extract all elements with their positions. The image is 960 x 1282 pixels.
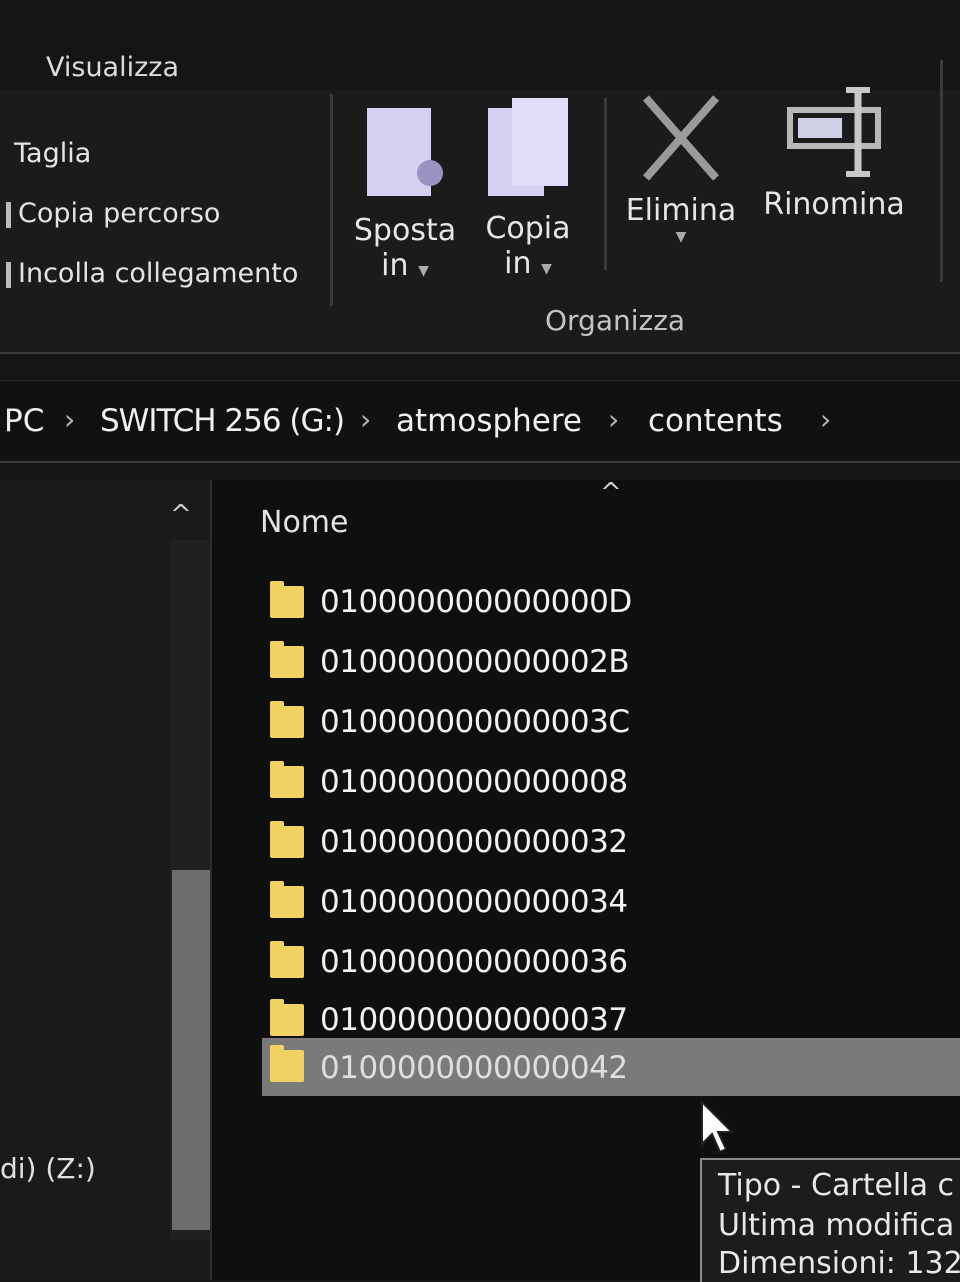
- folder-icon: [270, 1045, 304, 1082]
- folder-icon: [270, 641, 304, 678]
- copy-path-label: Copia percorso: [18, 198, 221, 229]
- column-header-name[interactable]: Nome: [260, 505, 348, 540]
- breadcrumb-contents[interactable]: contents: [648, 403, 783, 439]
- folder-name: 010000000000003C: [320, 704, 630, 740]
- copy-to-label-1: Copia: [485, 211, 571, 246]
- cut-label: Taglia: [14, 138, 92, 169]
- breadcrumb-chevron-icon[interactable]: ›: [608, 403, 619, 436]
- folder-icon: [270, 941, 304, 978]
- breadcrumb-chevron-icon[interactable]: ›: [360, 403, 371, 436]
- folder-row[interactable]: 0100000000000034: [262, 876, 960, 930]
- paste-shortcut-label: Incolla collegamento: [18, 258, 299, 289]
- breadcrumb-chevron-icon[interactable]: ›: [64, 403, 75, 436]
- folder-row[interactable]: 0100000000000036: [262, 936, 960, 990]
- ribbon-separator: [330, 94, 333, 306]
- folder-icon: [270, 821, 304, 858]
- delete-button[interactable]: Elimina ▼: [620, 90, 742, 245]
- copy-to-button[interactable]: Copia in ▼: [478, 98, 578, 281]
- organize-group-label: Organizza: [545, 304, 686, 337]
- folder-icon: [270, 701, 304, 738]
- breadcrumb-pc[interactable]: PC: [4, 403, 44, 439]
- address-bar[interactable]: PC › SWITCH 256 (G:) › atmosphere › cont…: [0, 380, 960, 463]
- copy-to-icon: [488, 98, 568, 198]
- folder-name: 0100000000000032: [320, 824, 628, 860]
- ribbon-separator: [604, 98, 607, 270]
- folder-name: 0100000000000036: [320, 944, 628, 980]
- ribbon-separator: [940, 60, 943, 282]
- rename-icon: [784, 84, 884, 180]
- chevron-down-icon: ▼: [418, 262, 429, 279]
- paste-shortcut-icon: [6, 262, 11, 288]
- folder-name: 0100000000000042: [320, 1050, 628, 1086]
- tooltip-type: Tipo - Cartella c: [718, 1168, 955, 1203]
- paste-shortcut-button[interactable]: Incolla collegamento: [6, 258, 299, 289]
- folder-name: 0100000000000008: [320, 764, 628, 800]
- nav-scrollbar-thumb[interactable]: [172, 870, 212, 1230]
- ribbon: Taglia Copia percorso Incolla collegamen…: [0, 60, 960, 354]
- folder-icon: [270, 999, 304, 1036]
- folder-row[interactable]: 010000000000002B: [262, 636, 960, 690]
- sort-ascending-icon: ^: [600, 478, 622, 508]
- rename-button[interactable]: Rinomina: [752, 84, 916, 223]
- tooltip: Tipo - Cartella c Ultima modifica Dimens…: [700, 1158, 960, 1282]
- copy-path-icon: [6, 202, 11, 228]
- delete-label: Elimina: [625, 193, 737, 228]
- move-to-button[interactable]: Sposta in ▼: [350, 108, 460, 283]
- mouse-cursor-icon: [701, 1100, 734, 1154]
- folder-name: 010000000000000D: [320, 584, 632, 620]
- delete-x-icon: [636, 90, 726, 186]
- chevron-down-icon: ▼: [541, 260, 552, 277]
- breadcrumb-drive[interactable]: SWITCH 256 (G:): [100, 403, 345, 439]
- folder-row[interactable]: 0100000000000032: [262, 816, 960, 870]
- folder-row[interactable]: 010000000000003C: [262, 696, 960, 750]
- folder-icon: [270, 761, 304, 798]
- move-to-label-1: Sposta: [353, 213, 457, 248]
- move-to-label-2: in: [381, 247, 409, 283]
- tooltip-size: Dimensioni: 132: [718, 1246, 960, 1281]
- nav-drive-item[interactable]: di) (Z:): [0, 1152, 96, 1185]
- folder-row-selected[interactable]: 0100000000000042: [262, 1038, 960, 1096]
- folder-icon: [270, 581, 304, 618]
- breadcrumb-atmosphere[interactable]: atmosphere: [396, 403, 582, 439]
- folder-name: 010000000000002B: [320, 644, 630, 680]
- tab-visualizza[interactable]: Visualizza: [46, 52, 179, 83]
- tooltip-modified: Ultima modifica: [718, 1208, 955, 1243]
- breadcrumb-chevron-icon[interactable]: ›: [820, 403, 831, 436]
- chevron-down-icon: ▼: [675, 228, 687, 245]
- rename-label: Rinomina: [763, 187, 905, 222]
- copy-to-label-2: in: [504, 245, 532, 281]
- folder-row[interactable]: 010000000000000D: [262, 576, 960, 630]
- copy-path-button[interactable]: Copia percorso: [6, 198, 221, 229]
- nav-scroll-up-icon[interactable]: ^: [170, 500, 192, 530]
- folder-row[interactable]: 0100000000000008: [262, 756, 960, 810]
- folder-icon: [270, 881, 304, 918]
- cut-button[interactable]: Taglia: [14, 138, 91, 169]
- folder-name: 0100000000000034: [320, 884, 628, 920]
- move-to-icon: [367, 108, 443, 200]
- folder-name: 0100000000000037: [320, 1002, 628, 1038]
